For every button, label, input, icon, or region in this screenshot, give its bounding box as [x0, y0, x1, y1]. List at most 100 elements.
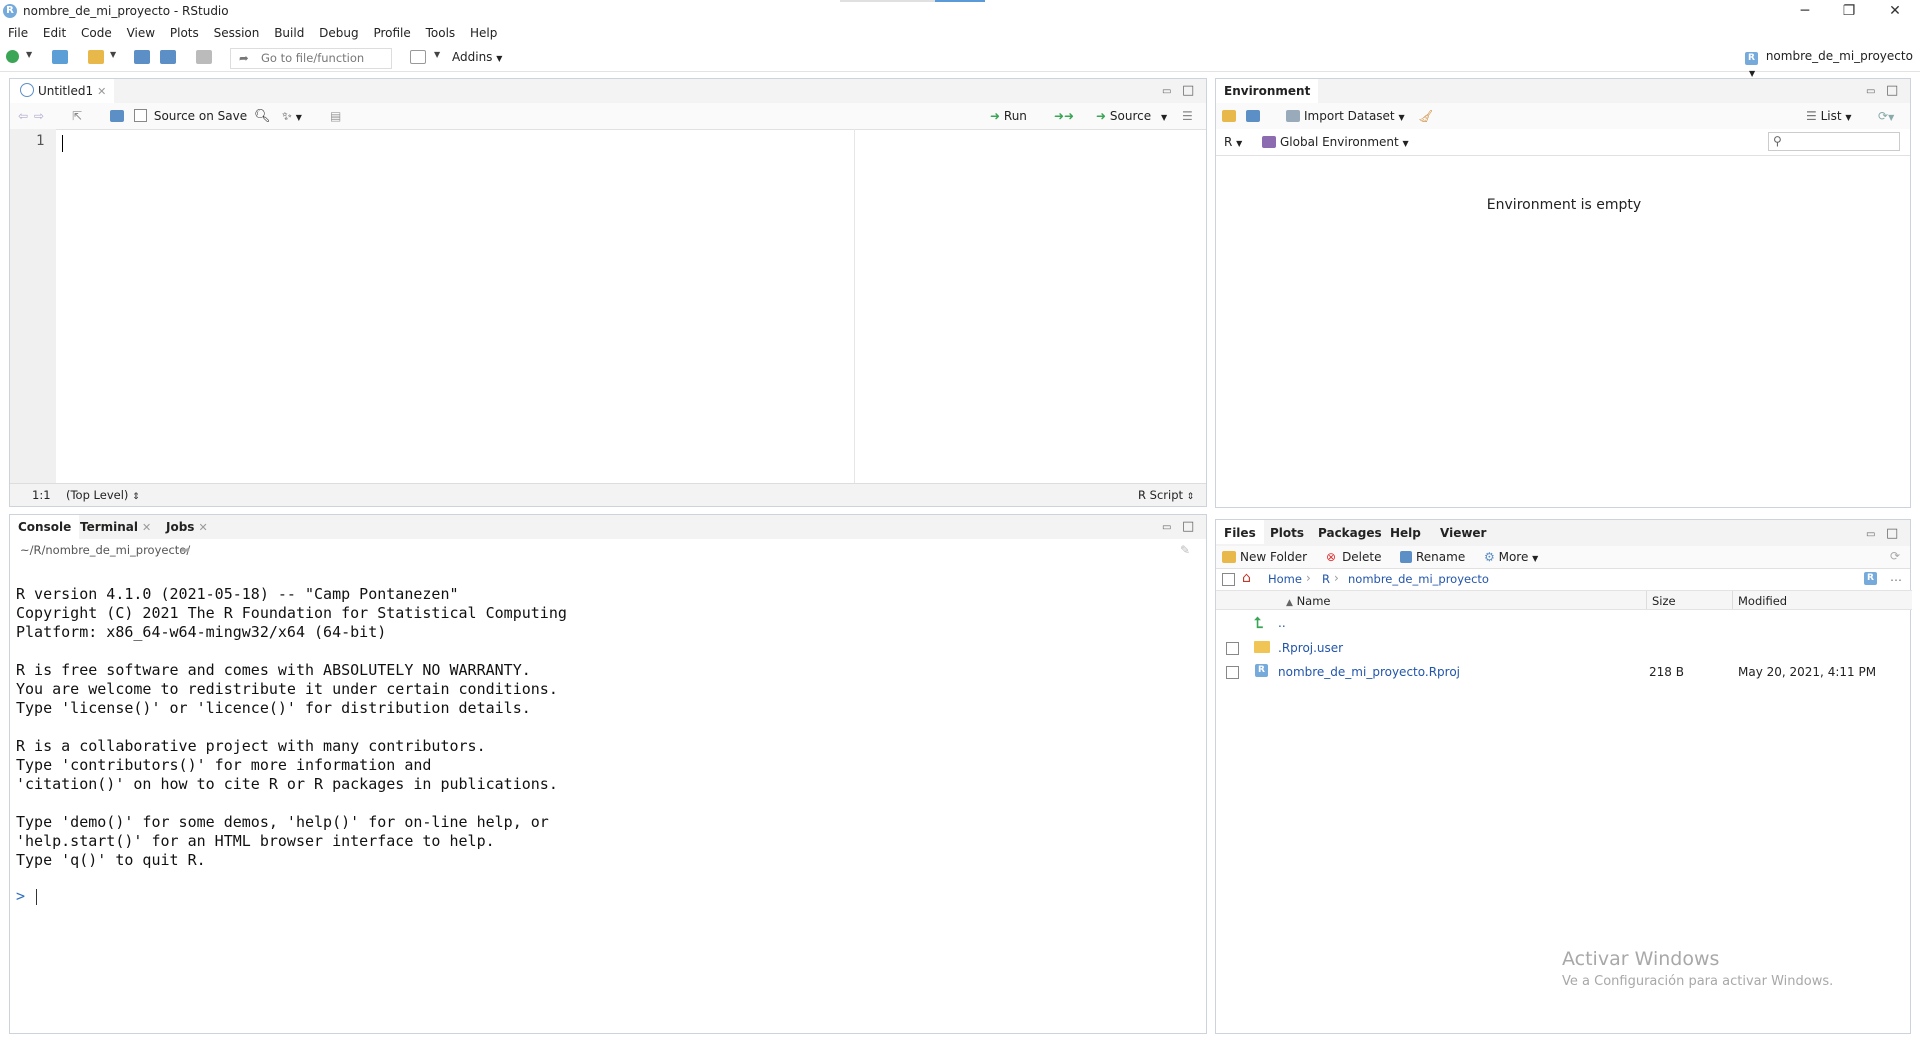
maximize-pane-icon[interactable]: □: [1182, 83, 1194, 98]
save-all-icon[interactable]: [160, 50, 176, 64]
addins-button[interactable]: Addins ▼: [452, 50, 502, 64]
parent-dir-link[interactable]: ..: [1278, 616, 1286, 630]
new-project-icon[interactable]: [52, 50, 68, 64]
run-button[interactable]: ➜ Run: [990, 109, 1027, 123]
menu-plots[interactable]: Plots: [170, 22, 199, 44]
console-line: R version 4.1.0 (2021-05-18) -- "Camp Po…: [16, 585, 459, 603]
print-icon[interactable]: [196, 50, 212, 64]
tab-terminal[interactable]: Terminal ✕: [72, 515, 159, 539]
menu-build[interactable]: Build: [274, 22, 304, 44]
console-input[interactable]: [10, 875, 1206, 1033]
save-icon[interactable]: [134, 50, 150, 64]
minimize-files-icon[interactable]: ▭: [1866, 529, 1875, 540]
tab-packages[interactable]: Packages: [1310, 520, 1390, 544]
pane-layout-dropdown-icon[interactable]: ▼: [434, 50, 440, 59]
home-icon[interactable]: ⌂: [1242, 570, 1251, 586]
env-search-input[interactable]: ⚲: [1768, 132, 1900, 151]
close-button[interactable]: ✕: [1872, 0, 1918, 22]
goto-dir-icon[interactable]: ➦: [180, 543, 190, 557]
file-name-link[interactable]: nombre_de_mi_proyecto.Rproj: [1278, 665, 1460, 679]
breadcrumb-r[interactable]: R: [1322, 572, 1330, 586]
menu-help[interactable]: Help: [470, 22, 497, 44]
rename-button[interactable]: Rename: [1400, 550, 1465, 564]
menu-view[interactable]: View: [127, 22, 155, 44]
breadcrumb-project[interactable]: nombre_de_mi_proyecto: [1348, 572, 1489, 586]
rerun-icon[interactable]: ➜➜: [1054, 109, 1074, 123]
column-size[interactable]: Size: [1652, 594, 1676, 608]
compile-report-icon[interactable]: ▤: [330, 109, 341, 123]
tab-jobs[interactable]: Jobs ✕: [158, 515, 216, 539]
tab-viewer[interactable]: Viewer: [1432, 520, 1494, 544]
column-name[interactable]: ▲ Name: [1286, 594, 1331, 608]
maximize-button[interactable]: ❐: [1826, 0, 1872, 22]
view-list-button[interactable]: ☰ List ▼: [1806, 109, 1852, 123]
tab-environment[interactable]: Environment: [1216, 79, 1319, 103]
import-dataset-button[interactable]: Import Dataset ▼: [1286, 109, 1405, 123]
column-modified[interactable]: Modified: [1738, 594, 1787, 608]
global-environment-selector[interactable]: Global Environment ▼: [1262, 135, 1409, 149]
minimize-env-icon[interactable]: ▭: [1866, 86, 1875, 97]
minimize-console-icon[interactable]: ▭: [1162, 522, 1171, 533]
open-file-icon[interactable]: [88, 50, 104, 64]
source-on-save-checkbox[interactable]: [134, 109, 147, 122]
tab-untitled1[interactable]: Untitled1 ✕: [10, 79, 115, 103]
row-checkbox[interactable]: [1226, 642, 1239, 655]
load-workspace-icon[interactable]: [1222, 109, 1240, 123]
show-in-window-icon[interactable]: ⇱: [72, 109, 82, 123]
tab-help[interactable]: Help: [1382, 520, 1429, 544]
project-menu-button[interactable]: R nombre_de_mi_proyecto ▼: [1745, 49, 1920, 79]
close-tab-icon[interactable]: ✕: [97, 85, 106, 98]
file-name-link[interactable]: .Rproj.user: [1278, 641, 1343, 655]
menu-session[interactable]: Session: [214, 22, 260, 44]
clear-objects-broom-icon[interactable]: 🧹︎: [1418, 109, 1433, 123]
console-line: Type 'demo()' for some demos, 'help()' f…: [16, 813, 549, 831]
new-folder-button[interactable]: New Folder: [1222, 550, 1307, 564]
delete-button[interactable]: ⊗ Delete: [1326, 550, 1382, 564]
project-dir-icon[interactable]: R: [1864, 572, 1877, 585]
menu-code[interactable]: Code: [81, 22, 112, 44]
row-checkbox[interactable]: [1226, 666, 1239, 679]
more-path-icon[interactable]: …: [1890, 570, 1902, 584]
save-file-icon[interactable]: [110, 109, 128, 123]
find-icon[interactable]: 🔍︎: [254, 109, 271, 124]
tab-plots[interactable]: Plots: [1262, 520, 1312, 544]
document-outline-icon[interactable]: ☰: [1182, 109, 1193, 123]
forward-icon[interactable]: ⇨: [34, 109, 44, 123]
tab-files[interactable]: Files: [1216, 520, 1264, 544]
column-divider: [1646, 591, 1647, 609]
new-file-dropdown-icon[interactable]: ▼: [26, 50, 32, 59]
menu-debug[interactable]: Debug: [319, 22, 358, 44]
parent-dir-row[interactable]: ⮤ ..: [1216, 612, 1910, 636]
menu-tools[interactable]: Tools: [426, 22, 456, 44]
close-terminal-icon[interactable]: ✕: [142, 521, 151, 534]
pane-layout-icon[interactable]: [410, 50, 426, 64]
source-on-save-toggle[interactable]: Source on Save: [134, 109, 247, 123]
scope-selector[interactable]: (Top Level) ⇕: [66, 488, 140, 502]
minimize-button[interactable]: ─: [1782, 0, 1828, 22]
save-workspace-icon[interactable]: [1246, 109, 1264, 123]
maximize-env-icon[interactable]: □: [1886, 83, 1898, 98]
code-tools-wand-icon[interactable]: ✨︎ ▼: [282, 109, 302, 124]
file-type-selector[interactable]: R Script ⇕: [1138, 488, 1194, 502]
minimize-pane-icon[interactable]: ▭: [1162, 86, 1171, 97]
clear-console-icon[interactable]: ✎: [1180, 543, 1190, 557]
maximize-console-icon[interactable]: □: [1182, 519, 1194, 534]
more-button[interactable]: ⚙ More ▼: [1484, 550, 1538, 564]
menu-profile[interactable]: Profile: [373, 22, 410, 44]
source-button[interactable]: ➜ Source ▼: [1096, 109, 1167, 123]
close-jobs-icon[interactable]: ✕: [198, 521, 207, 534]
select-all-checkbox[interactable]: [1222, 573, 1235, 586]
menu-file[interactable]: File: [8, 22, 28, 44]
refresh-files-icon[interactable]: ⟳: [1890, 549, 1900, 563]
menu-edit[interactable]: Edit: [43, 22, 66, 44]
language-selector[interactable]: R ▼: [1224, 135, 1242, 149]
open-recent-dropdown-icon[interactable]: ▼: [110, 50, 116, 59]
refresh-env-icon[interactable]: ⟳▼: [1878, 109, 1894, 123]
tab-console[interactable]: Console: [10, 515, 80, 539]
maximize-files-icon[interactable]: □: [1886, 526, 1898, 541]
new-file-icon[interactable]: [6, 50, 19, 63]
back-icon[interactable]: ⇦: [18, 109, 28, 123]
goto-file-input[interactable]: ➦ Go to file/function: [230, 48, 392, 69]
code-editor[interactable]: [56, 129, 1206, 484]
breadcrumb-home[interactable]: Home: [1268, 572, 1302, 586]
